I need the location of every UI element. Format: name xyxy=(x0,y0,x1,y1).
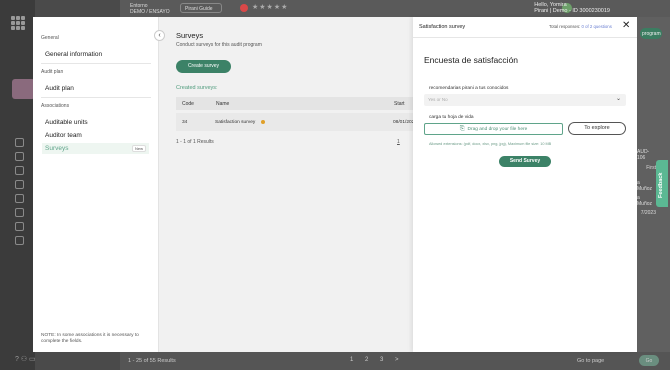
nav-icon-6[interactable] xyxy=(15,208,24,217)
user-info[interactable]: Hello, Yomira Pirani | Demo - ID 3000230… xyxy=(534,2,610,14)
table-row[interactable]: 34 Satisfaction survey 08/01/202 xyxy=(176,113,414,131)
page-link[interactable]: 1 xyxy=(397,139,400,145)
nav-icon-3[interactable] xyxy=(15,166,24,175)
rating-stars-icon[interactable]: ★★★★★ xyxy=(252,3,288,11)
logo: Entorno DEMO / ENSAYO xyxy=(130,3,170,15)
question-label: recomendarias pirani a tus conocidos xyxy=(429,86,509,91)
record-icon[interactable] xyxy=(240,4,248,12)
attachment-icon: ⎘ xyxy=(459,126,465,132)
send-survey-button[interactable]: Send Survey xyxy=(499,156,551,167)
create-survey-button[interactable]: Create survey xyxy=(176,60,231,73)
workspace-dropdown[interactable]: Pirani Guide xyxy=(180,3,222,13)
survey-form-panel: Satisfaction survey Total responses: 0 o… xyxy=(413,17,637,352)
nav-icon-8[interactable] xyxy=(15,236,24,245)
page-title: Surveys xyxy=(176,31,204,40)
modal-sidebar: General General information Audit plan A… xyxy=(33,17,159,352)
status-dot-icon xyxy=(261,120,265,124)
close-icon[interactable]: ✕ xyxy=(622,21,630,31)
sidebar-item-auditor-team[interactable]: Auditor team xyxy=(45,132,82,139)
nav-icon-4[interactable] xyxy=(15,180,24,189)
nav-icon-2[interactable] xyxy=(15,152,24,161)
question-label: carga tu hoja de vida xyxy=(429,115,474,120)
page-links[interactable]: 1 2 3 > xyxy=(350,357,399,363)
apps-grid-icon[interactable] xyxy=(11,16,25,30)
file-dropzone[interactable]: ⎘ Drag and drop your file here xyxy=(424,123,563,135)
collapse-sidebar-button[interactable]: ‹ xyxy=(154,30,165,41)
new-badge: New xyxy=(131,145,146,152)
program-button[interactable]: program xyxy=(640,28,662,39)
go-button[interactable]: Go xyxy=(639,355,659,366)
note-text: NOTE: In some associations it is necessa… xyxy=(41,333,139,344)
help-icon[interactable]: ? ⚇ ▭ xyxy=(15,355,36,363)
total-responses: Total responses: 0 of 2 questions xyxy=(549,24,612,29)
yes-no-select[interactable]: Yes or No ⌄ xyxy=(424,94,626,106)
sidebar-item-auditable-units[interactable]: Auditable units xyxy=(45,119,88,126)
table-header: Code Name Start xyxy=(176,97,413,110)
sidebar-item-audit-plan[interactable]: Audit plan xyxy=(45,85,74,92)
survey-form-header: Satisfaction survey Total responses: 0 o… xyxy=(413,17,637,38)
sidebar-item-surveys[interactable]: Surveys New xyxy=(42,143,149,154)
survey-title: Encuesta de satisfacción xyxy=(424,55,519,65)
nav-icon-1[interactable] xyxy=(15,138,24,147)
sidebar-item-general-info[interactable]: General information xyxy=(45,51,102,58)
chevron-down-icon: ⌄ xyxy=(615,96,621,102)
module-icon[interactable] xyxy=(12,79,35,99)
audit-program-modal: General General information Audit plan A… xyxy=(33,17,637,352)
nav-icon-5[interactable] xyxy=(15,194,24,203)
nav-icon-7[interactable] xyxy=(15,222,24,231)
surveys-panel: Surveys Conduct surveys for this audit p… xyxy=(159,17,414,352)
app-nav-rail xyxy=(0,0,35,370)
pagination-bar: 1 - 25 of 55 Results 1 2 3 > Go to page … xyxy=(120,352,670,370)
feedback-tab[interactable]: Feedback xyxy=(656,160,668,207)
explore-button[interactable]: To explore xyxy=(568,122,626,135)
app-header: Entorno DEMO / ENSAYO Pirani Guide ★★★★★… xyxy=(120,0,670,17)
